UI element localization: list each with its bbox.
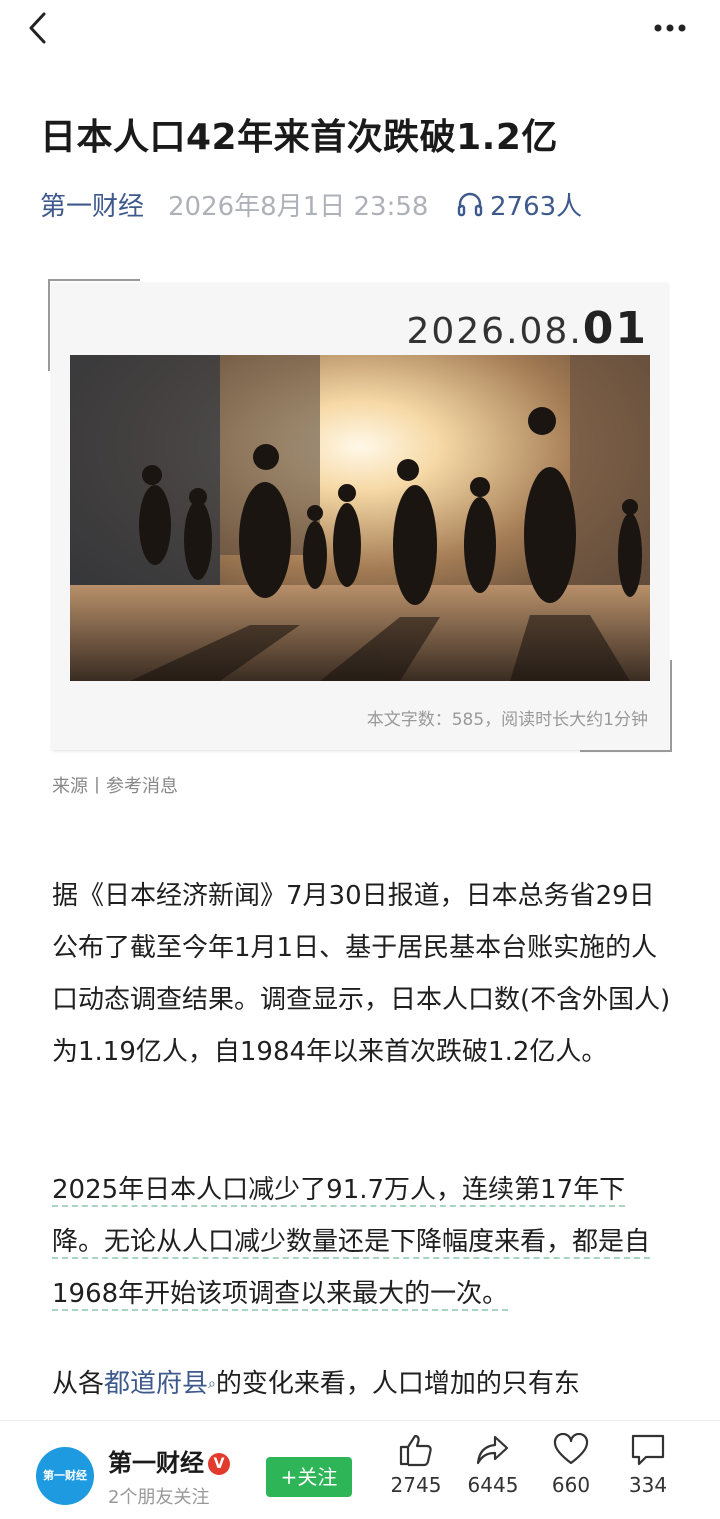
highlighted-text[interactable]: 2025年日本人口减少了91.7万人，连续第17年下降。无论从人口减少数量还是下… <box>52 1175 651 1311</box>
source-attribution: 来源丨参考消息 <box>52 776 178 797</box>
verified-badge-icon: V <box>208 1453 230 1475</box>
article-title: 日本人口42年来首次跌破1.2亿 <box>40 117 558 158</box>
like-count: 2745 <box>390 1473 442 1497</box>
thumbs-up-icon <box>399 1434 432 1467</box>
publish-time: 2026年8月1日 23:58 <box>168 192 429 222</box>
share-button[interactable]: 6445 <box>458 1433 528 1513</box>
cover-card: 2026.08.01 本文字数：585，阅读时长大约1分钟 <box>52 283 668 750</box>
follow-button[interactable]: +关注 <box>266 1457 352 1497</box>
cover-date-day: 01 <box>582 303 648 354</box>
account-logo[interactable]: 第一财经 <box>36 1447 94 1505</box>
paragraph-1: 据《日本经济新闻》7月30日报道，日本总务省29日公布了截至今年1月1日、基于居… <box>52 881 671 1067</box>
heart-icon <box>553 1433 589 1465</box>
comment-icon <box>631 1434 665 1466</box>
frame-corner-top-left <box>48 279 140 371</box>
back-chevron-icon[interactable] <box>22 8 62 48</box>
paragraph-3: 从各都道府县⌕的变化来看，人口增加的只有东 <box>52 1358 672 1414</box>
paragraph-3-start: 从各 <box>52 1369 105 1399</box>
cover-date: 2026.08.01 <box>406 303 648 354</box>
favorite-button[interactable]: 660 <box>536 1433 606 1513</box>
friends-following: 2个朋友关注 <box>108 1487 210 1508</box>
paragraph-2: 2025年日本人口减少了91.7万人，连续第17年下降。无论从人口减少数量还是下… <box>52 1164 672 1320</box>
paragraph-3-rest: 的变化来看，人口增加的只有东 <box>215 1369 580 1399</box>
headphones-icon <box>457 192 483 217</box>
comment-button[interactable]: 334 <box>613 1433 683 1513</box>
frame-corner-bottom-right <box>580 660 672 752</box>
listener-count: 2763人 <box>490 192 583 222</box>
like-button[interactable]: 2745 <box>381 1433 451 1513</box>
top-bar <box>0 0 720 60</box>
cover-date-prefix: 2026.08. <box>406 311 583 352</box>
share-arrow-icon <box>476 1435 509 1465</box>
account-name[interactable]: 第一财经 V <box>108 1443 230 1478</box>
cover-photo[interactable] <box>70 355 650 681</box>
favorite-count: 660 <box>551 1473 591 1497</box>
bottom-bar: 第一财经 第一财经 V 2个朋友关注 +关注 2745 6445 660 334 <box>0 1420 720 1519</box>
more-dots-icon[interactable] <box>648 8 692 48</box>
search-mini-icon[interactable]: ⌕ <box>208 1376 216 1392</box>
comment-count: 334 <box>628 1473 668 1497</box>
account-name-text: 第一财经 <box>108 1449 204 1477</box>
term-link[interactable]: 都道府县 <box>104 1369 208 1399</box>
share-count: 6445 <box>467 1473 519 1497</box>
source-link[interactable]: 第一财经 <box>40 186 144 223</box>
